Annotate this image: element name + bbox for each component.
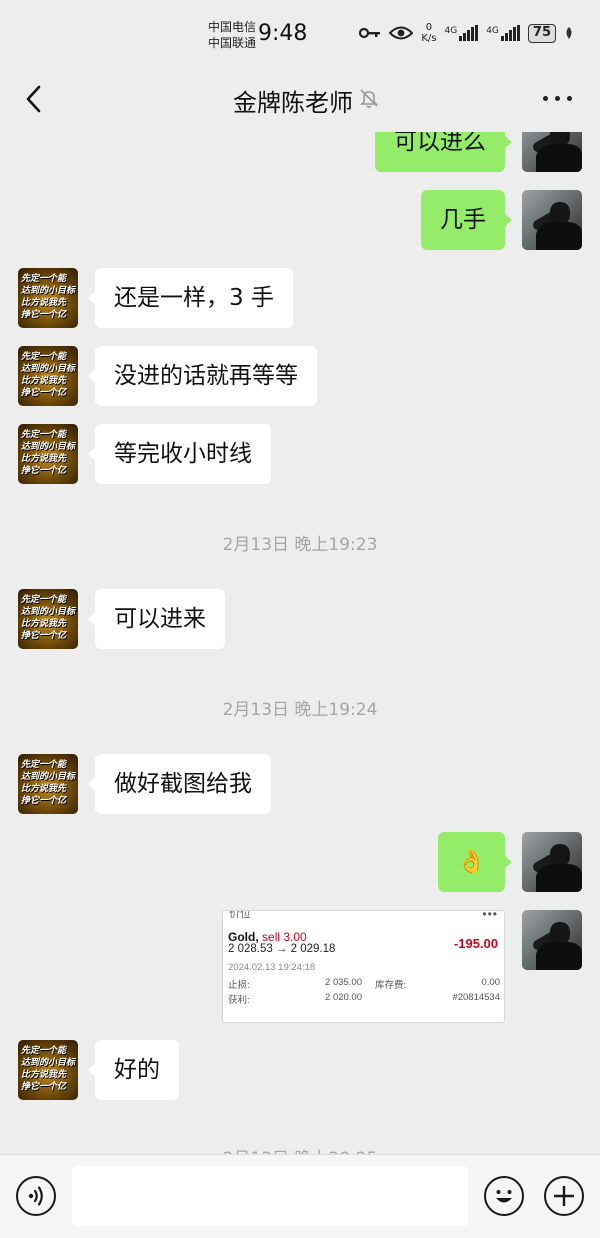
plus-icon[interactable] [544,1176,584,1216]
eye-icon [389,26,414,40]
timestamp: 2月13日 晚上19:23 [222,535,378,555]
carrier-labels: 中国电信 中国联通 [208,19,256,51]
trade-profit: -195.00 [453,936,498,951]
message-bubble[interactable]: 还是一样，3 手 [88,268,293,328]
avatar-self[interactable] [522,910,582,970]
avatar-self[interactable] [522,190,582,250]
avatar-teacher[interactable]: 先定一个能 达到的小目标 比方说我先 挣它一个亿 [18,424,78,484]
message-bubble[interactable]: 几手 [421,190,512,250]
message-bubble[interactable]: 可以进来 [88,589,225,649]
status-icons: 0 K/s 4G 4G 75 [359,22,574,44]
avatar-teacher[interactable]: 先定一个能 达到的小目标 比方说我先 挣它一个亿 [18,589,78,649]
chat-header: 金牌陈老师 [0,70,600,132]
emoji-icon[interactable] [484,1176,524,1216]
input-bar [0,1154,600,1238]
message-bubble[interactable]: 等完收小时线 [88,424,271,484]
avatar-teacher[interactable]: 先定一个能 达到的小目标 比方说我先 挣它一个亿 [18,1040,78,1100]
timestamp: 2月13日 晚上19:24 [222,700,378,720]
trade-screenshot-image[interactable]: 价位 ••• Gold, sell 3.00 2 028.53 → 2 029.… [222,910,505,1023]
net-speed: 0 K/s [421,22,437,44]
avatar-teacher[interactable]: 先定一个能 达到的小目标 比方说我先 挣它一个亿 [18,268,78,328]
signal-1: 4G [445,25,479,41]
trade-symbol: Gold, sell 3.00 [228,930,307,944]
avatar-self[interactable] [522,132,582,172]
signal-2: 4G [486,25,520,41]
bell-off-icon [360,89,378,108]
message-bubble[interactable]: 做好截图给我 [88,754,271,814]
trade-datetime: 2024.02.13 19:24:18 [228,962,316,973]
avatar-self[interactable] [522,832,582,892]
trade-prices: 2 028.53 → 2 029.18 [228,943,336,955]
message-list[interactable]: 可以进么 几手 先定一个能 达到的小目标 比方说我先 挣它一个亿 还是一样，3 手 先… [0,132,600,1154]
voice-icon[interactable] [16,1176,56,1216]
carrier-1: 中国电信 [208,20,257,34]
leaf-icon [566,27,572,39]
more-dots-icon[interactable] [543,96,572,101]
avatar-teacher[interactable]: 先定一个能 达到的小目标 比方说我先 挣它一个亿 [18,754,78,814]
key-icon [359,27,381,39]
status-bar: 中国电信 中国联通 9:48 0 K/s 4G 4G 75 [0,0,600,70]
status-time: 9:48 [258,21,308,46]
battery-indicator: 75 [527,23,556,43]
avatar-teacher[interactable]: 先定一个能 达到的小目标 比方说我先 挣它一个亿 [18,346,78,406]
chat-title: 金牌陈老师 [233,89,353,117]
message-bubble[interactable]: 没进的话就再等等 [88,346,317,406]
signal-bars-icon [459,25,479,41]
message-bubble[interactable]: 👌 [438,832,512,892]
carrier-2: 中国联通 [208,36,257,50]
message-bubble[interactable]: 可以进么 [375,132,512,172]
signal-bars-icon [500,25,520,41]
card-more-icon: ••• [482,910,498,921]
card-header: 价位 [229,910,251,920]
timestamp: 2月13日 晚上20:25 [0,1144,600,1154]
message-input[interactable] [72,1166,468,1226]
message-bubble[interactable]: 好的 [88,1040,179,1100]
